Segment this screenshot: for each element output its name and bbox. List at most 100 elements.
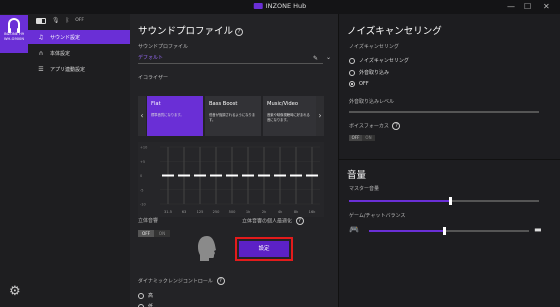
eq-band-knob[interactable]	[194, 174, 206, 177]
sound-profile-panel: サウンドプロファイル? サウンドプロファイル デフォルト ✎ ⌄ イコライザー …	[130, 14, 338, 307]
toggle-on: ON	[154, 230, 170, 237]
eq-freq-label: 125	[197, 210, 204, 214]
eq-freq-label: 2k	[262, 210, 267, 214]
dynamic-range-low[interactable]: 低	[138, 303, 153, 307]
sidebar-item-label: サウンド設定	[50, 34, 81, 41]
eq-db-label: +5	[140, 160, 145, 164]
master-volume-label: マスター音量	[349, 186, 380, 192]
radio-icon	[138, 303, 144, 307]
dynamic-range-label: ダイナミックレンジコントロール ?	[138, 277, 225, 285]
slider-thumb[interactable]	[443, 227, 447, 235]
eq-band-knob[interactable]	[274, 174, 286, 177]
radio-icon	[349, 69, 355, 76]
device-name: INZONE H9 WH-G900N	[3, 32, 25, 41]
eq-freq-label: 16k	[309, 210, 317, 214]
close-button[interactable]: ✕	[543, 1, 550, 13]
bluetooth-icon: ᛒ	[65, 17, 70, 24]
eq-freq-label: 250	[213, 210, 221, 214]
toggle-off: OFF	[349, 135, 362, 141]
noise-title: ノイズキャンセリング	[347, 26, 442, 37]
slider-fill	[349, 200, 450, 202]
sidebar-nav: ♫ サウンド設定 ∩ 本体設定 ☰ アプリ連動設定	[28, 30, 130, 78]
page-title: サウンドプロファイル?	[138, 23, 244, 37]
voice-focus-toggle[interactable]: OFF ON	[349, 135, 375, 141]
minimize-button[interactable]: —	[507, 1, 515, 13]
eq-db-label: -5	[140, 188, 144, 192]
radio-icon	[349, 57, 355, 64]
eq-db-label: 0	[140, 174, 142, 178]
preset-bass-boost[interactable]: Bass Boost 低音が強調されるようになります。	[205, 96, 261, 136]
help-icon[interactable]: ?	[392, 122, 401, 130]
help-icon[interactable]: ?	[216, 277, 225, 285]
headphone-icon	[8, 18, 20, 33]
eq-band-knob[interactable]	[258, 174, 270, 177]
headphone-icon: ∩	[38, 49, 44, 57]
sidebar-item-label: 本体設定	[50, 50, 71, 57]
eq-freq-label: 8k	[294, 210, 299, 214]
radio-icon	[138, 292, 144, 299]
sidebar-item-app-link[interactable]: ☰ アプリ連動設定	[28, 62, 130, 76]
gear-icon[interactable]: ⚙	[9, 285, 21, 298]
nc-option-ambient[interactable]: 外音取り込み	[349, 69, 389, 76]
spatial-audio-toggle[interactable]: OFF ON	[138, 230, 170, 237]
chevron-down-icon[interactable]: ⌄	[326, 54, 331, 61]
settings-button[interactable]: 設定	[235, 237, 293, 261]
sidebar-item-device-settings[interactable]: ∩ 本体設定	[28, 46, 130, 60]
eq-freq-label: 31.5	[164, 210, 172, 214]
ambient-level-slider[interactable]	[349, 111, 539, 113]
list-icon: ☰	[38, 65, 44, 73]
slider-thumb[interactable]	[448, 197, 452, 205]
eq-band-knob[interactable]	[210, 174, 222, 177]
master-volume-slider[interactable]	[349, 197, 539, 205]
eq-band-knob[interactable]	[242, 174, 254, 177]
battery-icon	[36, 17, 46, 24]
maximize-button[interactable]: ☐	[524, 1, 531, 13]
device-status: 🎙 ᛒ OFF	[36, 17, 84, 24]
app-logo-icon	[253, 3, 263, 9]
app-title-text: INZONE Hub	[265, 2, 307, 10]
volume-title: 音量	[347, 170, 367, 181]
app-title: INZONE Hub	[253, 2, 307, 10]
headphone-icon: ♫	[38, 33, 44, 41]
sidebar: INZONE H9 WH-G900N 🎙 ᛒ OFF ♫ サウンド設定 ∩ 本体…	[0, 14, 130, 307]
sidebar-item-sound-settings[interactable]: ♫ サウンド設定	[28, 30, 130, 44]
dynamic-range-high[interactable]: 高	[138, 292, 153, 299]
nc-option-noise-cancel[interactable]: ノイズキャンセリング	[349, 57, 409, 64]
voice-focus-label: ボイスフォーカス ?	[349, 122, 401, 130]
noise-section-label: ノイズキャンセリング	[349, 44, 399, 50]
spatial-audio-label: 立体音響	[138, 218, 159, 224]
device-tile[interactable]: INZONE H9 WH-G900N	[0, 15, 28, 53]
eq-band-knob[interactable]	[226, 174, 238, 177]
sidebar-item-label: アプリ連動設定	[50, 66, 86, 73]
preset-flat[interactable]: Flat 標準音質になります。	[147, 96, 203, 136]
profile-label: サウンドプロファイル	[138, 44, 189, 50]
title-bar: INZONE Hub — ☐ ✕	[0, 0, 560, 14]
head-silhouette-icon	[198, 236, 216, 261]
equalizer-graph: +10 +5 0 -5 -10 31.5 63 125 250 500 1k 2k 4k 8k 16k	[140, 146, 320, 214]
preset-music-video[interactable]: Music/Video 音楽や映像視聴時に好まれる音になります。	[263, 96, 316, 136]
eq-band-knob[interactable]	[162, 174, 174, 177]
noise-volume-panel: ノイズキャンセリング ノイズキャンセリング ノイズキャンセリング 外音取り込み …	[338, 14, 560, 307]
eq-label: イコライザー	[138, 75, 169, 81]
game-chat-balance-slider[interactable]	[369, 227, 529, 235]
help-icon[interactable]: ?	[295, 217, 304, 225]
toggle-on: ON	[362, 135, 375, 141]
equalizer: +10 +5 0 -5 -10 31.5 63 125 250 500 1k 2k 4k 8k 16k	[138, 142, 324, 217]
eq-band-knob[interactable]	[178, 174, 190, 177]
eq-band-knob[interactable]	[306, 174, 318, 177]
edit-icon[interactable]: ✎	[313, 55, 318, 62]
nc-option-off[interactable]: OFF	[349, 81, 369, 87]
profile-select[interactable]: デフォルト	[138, 54, 323, 64]
radio-checked-icon	[349, 81, 355, 87]
eq-freq-label: 63	[182, 210, 187, 214]
eq-db-label: -10	[140, 203, 146, 207]
preset-carousel: ‹ Flat 標準音質になります。 Bass Boost 低音が強調されるように…	[138, 96, 324, 136]
chevron-left-icon[interactable]: ‹	[138, 96, 146, 136]
eq-freq-label: 4k	[278, 210, 283, 214]
chevron-right-icon[interactable]: ›	[316, 96, 324, 136]
toggle-off: OFF	[138, 230, 154, 237]
eq-band-knob[interactable]	[290, 174, 302, 177]
help-icon[interactable]: ?	[235, 27, 244, 36]
personal-opt-label: 立体音響の個人最適化 ?	[242, 217, 304, 225]
eq-db-label: +10	[140, 146, 147, 150]
